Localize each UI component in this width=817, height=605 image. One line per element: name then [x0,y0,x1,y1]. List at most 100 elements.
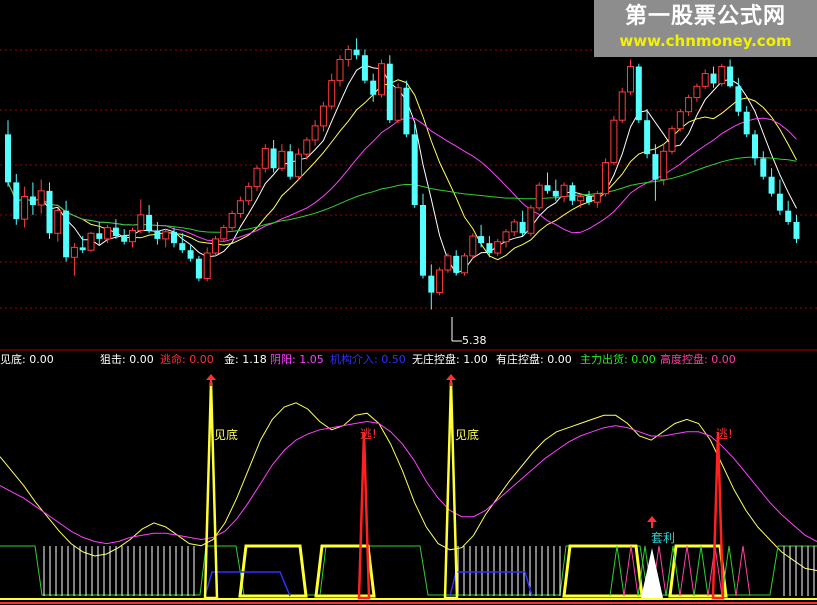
candle-body-39 [328,80,336,107]
ma5-line [7,64,797,275]
spike-escape-1 [357,431,371,600]
candle-body-21 [179,243,186,251]
legend-item-gold: 金: 1.18 [224,353,267,366]
candle-body-48 [403,87,410,135]
candle-body-14 [121,236,128,242]
candle-body-68 [569,185,576,201]
legend-item-no-dealer: 无庄控盘: 1.00 [412,353,488,366]
candle-body-26 [220,227,228,240]
candle-body-29 [245,186,253,202]
candle-body-83 [693,85,701,99]
candle-body-33 [278,150,286,169]
spike-escape-2 [711,431,725,600]
legend-item-high-control: 高度控盘: 0.00 [660,353,736,366]
candle-body-95 [793,221,800,239]
candlesticks [5,38,800,310]
signal-label-escape-1: 逃! [360,427,377,441]
zigzag-5 [679,545,695,597]
candle-body-60 [502,231,510,243]
candle-body-93 [776,193,783,211]
candle-body-41 [344,49,352,60]
candle-body-20 [171,231,177,244]
candle-body-70 [586,196,592,203]
watermark: 第一股票公式网 www.chnmoney.com [594,0,817,57]
blue-step-line-2 [449,571,533,597]
candle-body-36 [303,139,311,155]
candle-body-65 [544,185,551,191]
candle-body-18 [154,230,161,239]
candle-body-61 [510,221,518,233]
candle-body-17 [146,214,153,231]
candle-body-87 [727,66,734,87]
candle-body-58 [486,243,493,254]
candle-body-31 [261,147,269,169]
candle-body-34 [287,151,294,177]
candle-body-9 [79,247,86,251]
candle-body-37 [311,125,319,141]
legend-item-snipe: 狙击: 0.00 [100,353,154,366]
candle-body-45 [378,63,385,96]
candle-body-62 [519,221,526,234]
candle-body-94 [785,210,792,222]
candle-body-43 [361,55,368,81]
legend-item-institution: 机构介入: 0.50 [330,353,406,366]
candle-body-38 [319,105,327,127]
candle-body-82 [685,97,693,113]
candle-body-77 [644,120,651,155]
candle-body-19 [162,231,170,240]
candle-body-11 [96,233,103,239]
legend-item-dealer: 有庄控盘: 0.00 [496,353,572,366]
candle-body-76 [635,66,642,121]
candle-body-75 [627,66,634,93]
candle-body-24 [203,252,211,279]
low-annotation: 5.38 [451,317,487,347]
candle-body-15 [129,229,136,243]
candle-body-53 [444,255,452,271]
candle-body-46 [386,63,393,121]
candle-body-8 [70,246,78,258]
candle-body-42 [353,49,360,56]
candle-body-88 [735,86,742,112]
legend-item-main-force: 主力出货: 0.00 [580,353,656,366]
candle-body-28 [236,200,244,214]
watermark-url: www.chnmoney.com [619,32,792,50]
candle-body-1 [13,182,20,220]
green-band-outline [0,545,817,596]
candle-body-5 [46,190,53,234]
candle-body-51 [428,275,435,293]
candle-body-30 [253,167,261,188]
candle-body-74 [618,91,626,121]
candle-body-0 [5,134,11,183]
candle-body-91 [760,158,767,177]
candle-body-12 [104,227,112,240]
legend-item-escape: 逃命: 0.00 [160,353,214,366]
moving-averages [7,64,797,275]
candle-body-89 [743,111,750,135]
oscillator-line-1 [0,420,817,545]
ma60-line [7,156,797,233]
candle-body-25 [212,238,219,254]
candle-body-80 [668,128,676,152]
candle-body-22 [187,250,194,259]
candle-body-7 [63,210,70,258]
candle-body-78 [652,154,659,180]
zigzag-6 [693,545,709,597]
candle-body-23 [195,258,202,279]
candle-body-90 [752,134,758,159]
candle-body-71 [593,193,601,203]
legend-item-bottom: 见底: 0.00 [0,353,54,366]
candle-body-3 [29,196,36,205]
candle-body-2 [21,196,29,220]
signal-label-arbitrage: 套利 [651,531,675,545]
signal-label-escape-2: 逃! [716,427,733,441]
low-price-label: 5.38 [462,334,487,347]
candle-body-63 [527,207,535,234]
ma20-line [7,117,797,243]
candle-body-67 [560,184,568,198]
watermark-title: 第一股票公式网 [624,4,786,29]
candle-body-40 [336,58,344,82]
candle-body-73 [610,119,618,164]
candle-body-92 [768,176,775,194]
candle-body-66 [552,190,559,197]
yellow-trapezoid-0 [238,544,308,598]
